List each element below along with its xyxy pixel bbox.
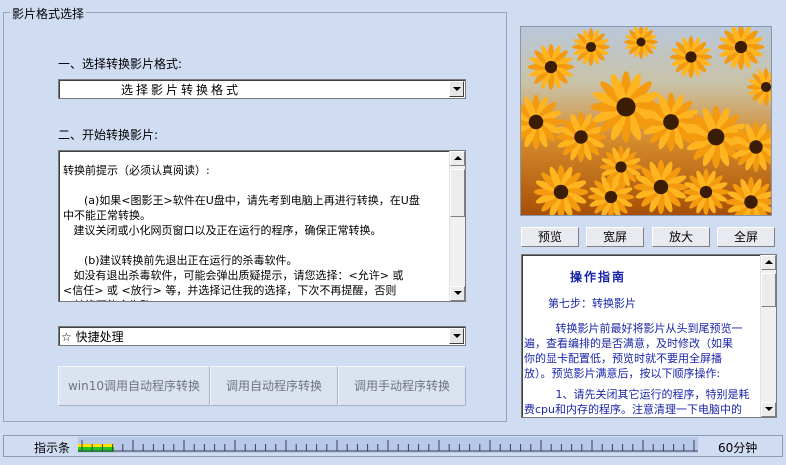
groupbox-title: 影片格式选择 (10, 5, 87, 22)
preview-button[interactable]: 预览 (521, 227, 579, 247)
guide-paragraph-1: 转换影片前最好将影片从头到尾预览一 遍，查看编排的是否满意，及时修改（如果 你的… (524, 322, 743, 380)
manual-convert-button[interactable]: 调用手动程序转换 (338, 366, 466, 406)
scroll-up-icon[interactable] (450, 151, 465, 166)
indicator-label: 指示条 (34, 441, 71, 455)
win10-auto-convert-button[interactable]: win10调用自动程序转换 (58, 366, 210, 406)
widescreen-button[interactable]: 宽屏 (586, 227, 644, 247)
scroll-thumb[interactable] (450, 169, 465, 217)
progress-ticks (78, 440, 698, 452)
fullscreen-button[interactable]: 全屏 (717, 227, 775, 247)
guide-paragraph-2: 1、请先关闭其它运行的程序，特别是耗 费cpu和内存的程序。注意清理一下电脑中的 (524, 388, 750, 416)
chevron-down-icon[interactable] (449, 328, 464, 344)
step1-label: 一、选择转换影片格式: (58, 57, 183, 71)
chevron-down-icon[interactable] (449, 81, 464, 97)
quick-select-value: ☆ 快捷处理 (61, 330, 124, 344)
step2-label: 二、开始转换影片: (58, 128, 159, 142)
tips-textarea[interactable]: 转换前提示（必须认真阅读）: (a)如果<图影王>软件在U盘中，请先考到电脑上再… (58, 150, 466, 302)
scroll-thumb[interactable] (761, 273, 776, 307)
time-label: 60分钟 (718, 441, 758, 455)
preview-image (520, 26, 772, 216)
format-select-value: 选择影片转换格式 (121, 83, 242, 97)
flower-photo (521, 27, 771, 215)
tips-text: 转换前提示（必须认真阅读）: (a)如果<图影王>软件在U盘中，请先考到电脑上再… (63, 164, 420, 301)
tips-scrollbar[interactable] (449, 151, 465, 301)
progress-track (78, 437, 698, 453)
format-select[interactable]: 选择影片转换格式 (58, 79, 466, 99)
guide-scrollbar[interactable] (760, 255, 776, 417)
auto-convert-button[interactable]: 调用自动程序转换 (210, 366, 338, 406)
scroll-down-icon[interactable] (761, 402, 776, 417)
scroll-up-icon[interactable] (761, 255, 776, 270)
quick-select[interactable]: ☆ 快捷处理 (58, 326, 466, 346)
guide-step: 第七步：转换影片 (548, 297, 636, 310)
guide-title: 操作指南 (570, 270, 627, 284)
zoom-button[interactable]: 放大 (652, 227, 710, 247)
guide-panel[interactable]: 操作指南 第七步：转换影片 转换影片前最好将影片从头到尾预览一 遍，查看编排的是… (521, 254, 777, 418)
scroll-down-icon[interactable] (450, 286, 465, 301)
